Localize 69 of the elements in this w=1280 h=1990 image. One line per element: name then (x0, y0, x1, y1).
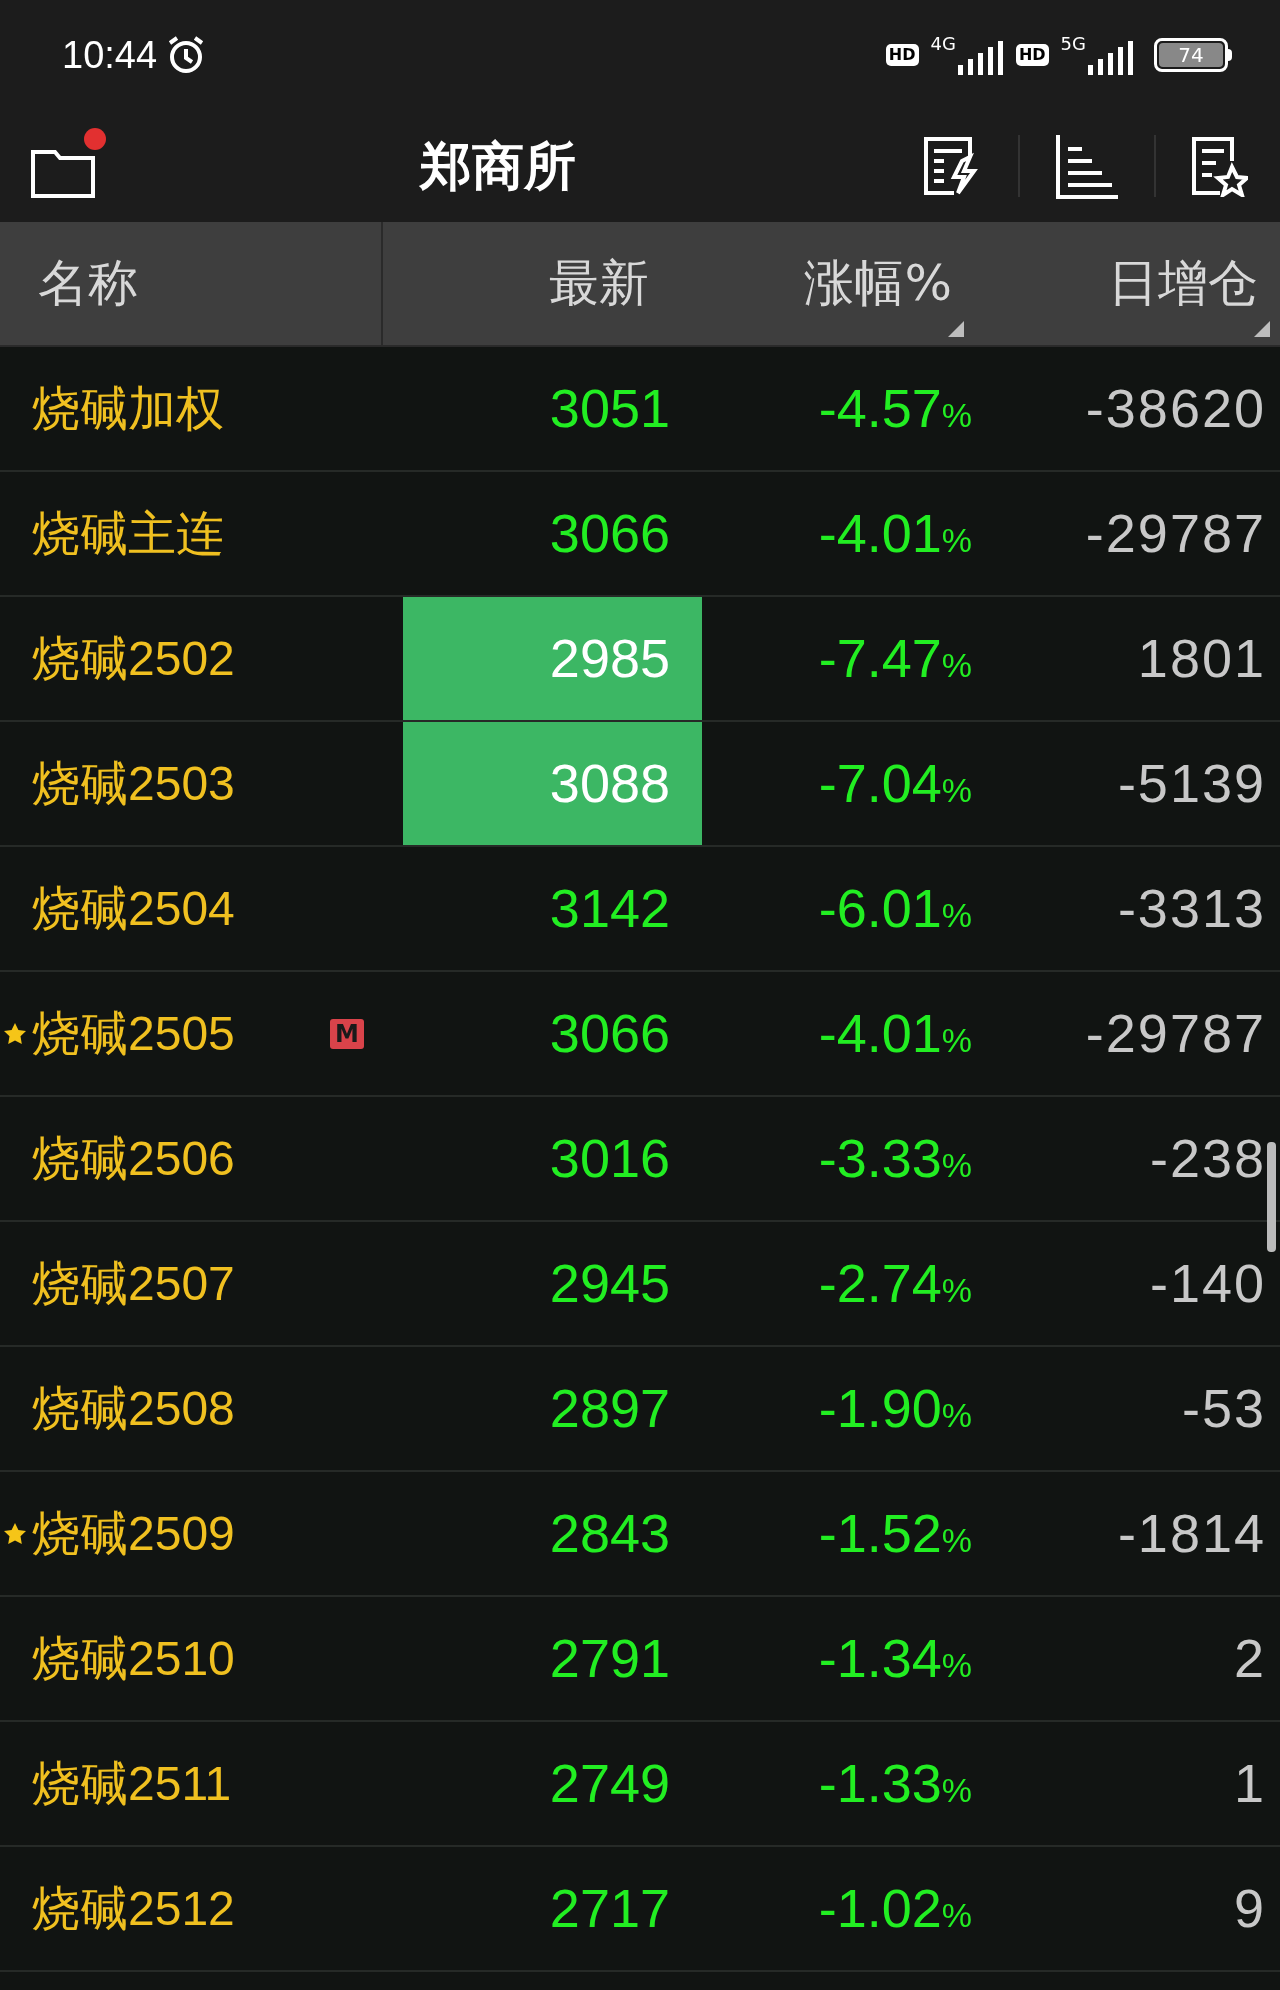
price-cell-text: 2749 (548, 1752, 671, 1815)
open-interest-change: -238 (1149, 1127, 1266, 1190)
contract-name[interactable]: 烧碱2505 (32, 997, 235, 1070)
change-percent: -4.01% (818, 502, 972, 565)
contract-name[interactable]: 烧碱2502 (32, 622, 235, 695)
open-interest-change: -140 (1149, 1252, 1266, 1315)
column-header[interactable]: 最新 (549, 246, 649, 321)
open-interest-change: -53 (1181, 1377, 1266, 1440)
contract-name[interactable]: 烧碱主连 (32, 497, 224, 570)
price-cell-text: 3066 (548, 502, 671, 565)
price-cell-text: 3051 (548, 377, 671, 440)
signal-icon (1086, 41, 1134, 75)
change-percent: -4.57% (818, 377, 972, 440)
open-interest-change: 2 (1233, 1627, 1266, 1690)
document-star-icon[interactable] (1190, 135, 1248, 197)
open-interest-change: -29787 (1085, 502, 1266, 565)
price-cell-text: 2843 (548, 1502, 671, 1565)
column-header[interactable]: 名称 (38, 246, 138, 321)
open-interest-change: -38620 (1085, 377, 1266, 440)
contract-name[interactable]: 烧碱2506 (32, 1122, 235, 1195)
contract-name[interactable]: 烧碱2509 (32, 1497, 235, 1570)
price-cell-text: 3066 (548, 1002, 671, 1065)
signal-icon (955, 41, 1004, 75)
market-badge: M (330, 1018, 364, 1049)
change-percent: -1.90% (818, 1377, 972, 1440)
change-percent: -3.33% (818, 1127, 972, 1190)
contract-name[interactable]: 烧碱2508 (32, 1372, 235, 1445)
column-header[interactable]: 日增仓 (1108, 246, 1258, 321)
price-cell: 3088 (403, 722, 702, 845)
open-interest-change: -1814 (1117, 1502, 1266, 1565)
column-header[interactable]: 涨幅% (804, 246, 952, 321)
price-cell-text: 2791 (548, 1627, 671, 1690)
price-cell: 2985 (403, 597, 702, 720)
open-interest-change: -5139 (1117, 752, 1266, 815)
contract-name[interactable]: 烧碱2503 (32, 747, 235, 820)
open-interest-change: 1 (1233, 1752, 1266, 1815)
hd-badge: HD (1015, 44, 1049, 66)
change-percent: -6.01% (818, 877, 972, 940)
change-percent: -1.34% (818, 1627, 972, 1690)
open-interest-change: 9 (1233, 1877, 1266, 1940)
contract-name[interactable]: 烧碱2511 (32, 1747, 232, 1820)
price-cell-text: 2945 (548, 1252, 671, 1315)
change-percent: -1.52% (818, 1502, 972, 1565)
open-interest-change: 1801 (1137, 627, 1266, 690)
contract-name[interactable]: 烧碱2512 (32, 1872, 235, 1945)
change-percent: -4.01% (818, 1002, 972, 1065)
open-interest-change: -3313 (1117, 877, 1266, 940)
change-percent: -1.02% (818, 1877, 972, 1940)
bar-list-icon[interactable] (1054, 133, 1120, 199)
price-cell-text: 3142 (548, 877, 671, 940)
contract-name[interactable]: 烧碱2507 (32, 1247, 235, 1320)
status-time: 10:44 (62, 32, 158, 78)
scrollbar[interactable] (1267, 1142, 1276, 1252)
network-label: 4G (930, 35, 956, 53)
change-percent: -1.33% (818, 1752, 972, 1815)
change-percent: -7.47% (818, 627, 972, 690)
battery-level: 74 (1178, 45, 1204, 65)
network-label: 5G (1060, 35, 1086, 53)
contract-name[interactable]: 烧碱2510 (32, 1622, 235, 1695)
price-cell-text: 2897 (548, 1377, 671, 1440)
change-percent: -2.74% (818, 1252, 972, 1315)
open-interest-change: -29787 (1085, 1002, 1266, 1065)
price-cell-text: 3016 (548, 1127, 671, 1190)
page-title: 郑商所 (420, 135, 576, 198)
price-cell-text: 2717 (548, 1877, 671, 1940)
contract-name[interactable]: 烧碱加权 (32, 372, 224, 445)
change-percent: -7.04% (818, 752, 972, 815)
hd-badge: HD (885, 44, 919, 66)
contract-name[interactable]: 烧碱2504 (32, 872, 235, 945)
